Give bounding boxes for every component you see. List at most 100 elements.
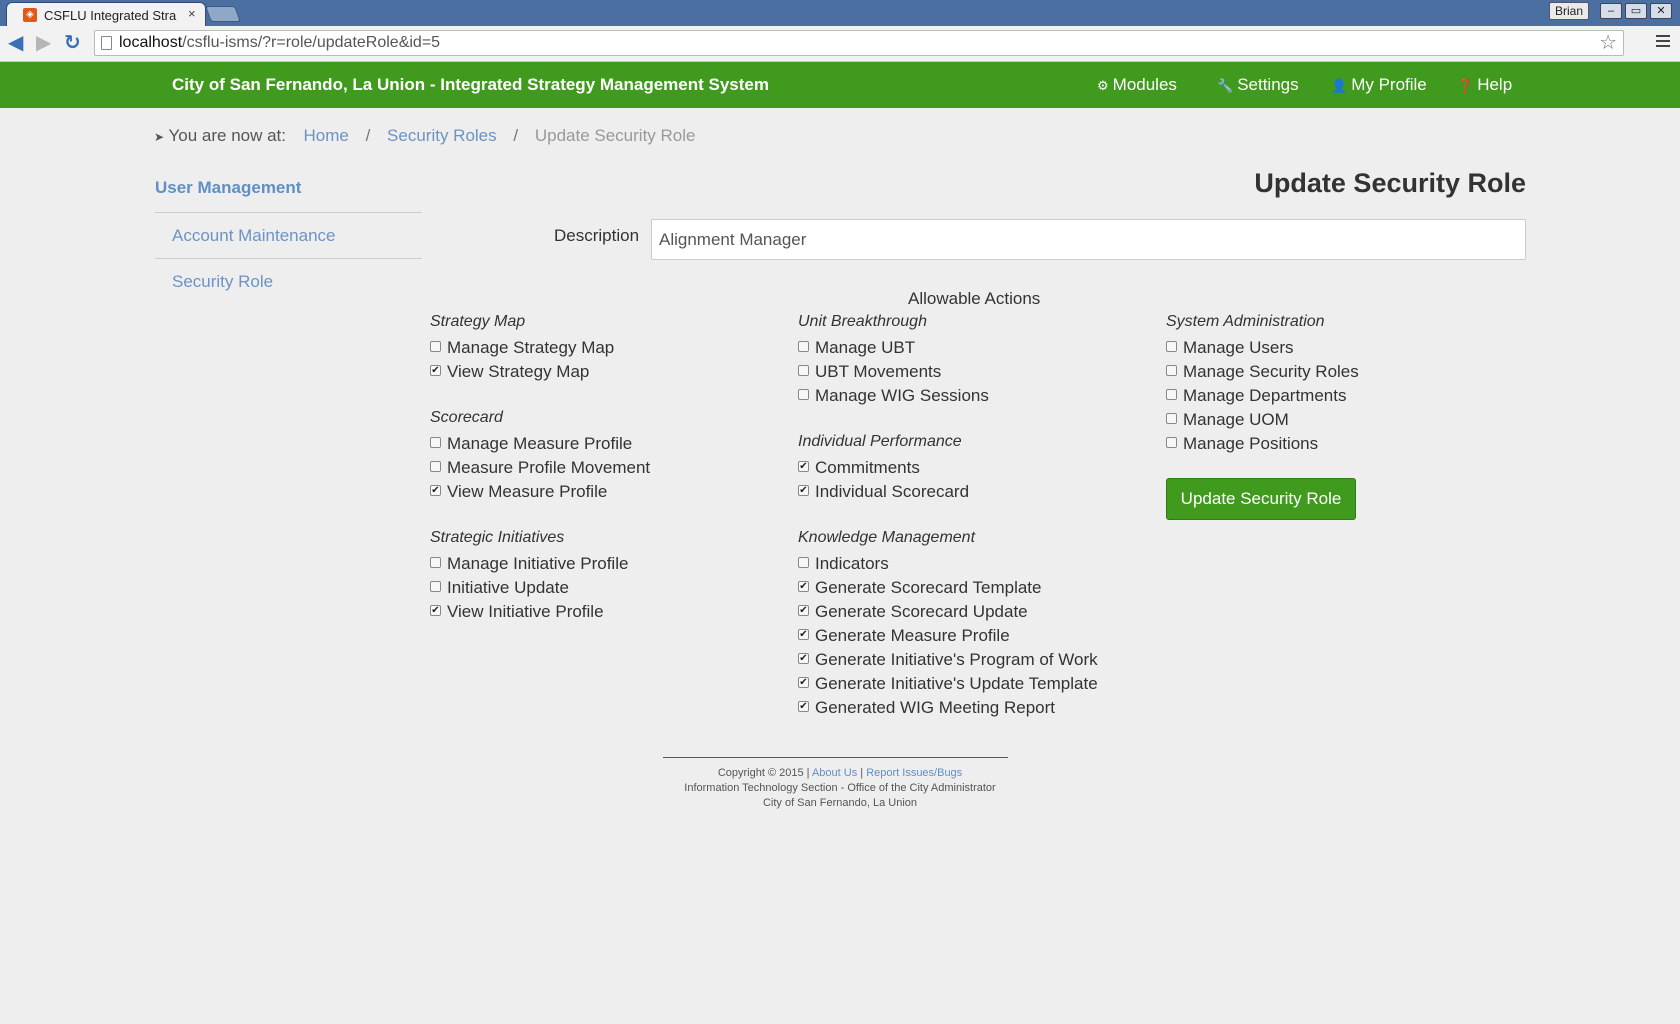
nav-settings[interactable]: 🔧 Settings [1217,75,1299,95]
permission-checkbox-row[interactable]: ✔ Generated WIG Meeting Report [798,696,1098,720]
permission-checkbox-row[interactable]: ✔ View Initiative Profile [430,600,650,624]
permission-checkbox-row[interactable]: Manage Departments [1166,384,1359,408]
permission-checkbox-row[interactable]: Manage Measure Profile [430,432,650,456]
description-input[interactable] [651,219,1526,260]
allowable-actions-heading: Allowable Actions [908,289,1041,308]
app-brand[interactable]: City of San Fernando, La Union - Integra… [172,75,769,95]
action-group: Strategy Map Manage Strategy Map ✔ View Str… [430,312,650,384]
window-close-icon[interactable]: ✕ [1650,3,1672,19]
permission-checkbox-row[interactable]: Manage Strategy Map [430,336,650,360]
checkbox-unchecked[interactable] [430,341,441,353]
permission-checkbox-row[interactable]: ✔ View Strategy Map [430,360,650,384]
footer-report-link[interactable]: Report Issues/Bugs [866,767,962,779]
permission-checkbox-row[interactable]: Manage Users [1166,336,1359,360]
browser-toolbar: ◀ ▶ ↻ localhost/csflu-isms/?r=role/updat… [0,26,1680,62]
permission-checkbox-row[interactable]: Indicators [798,552,1098,576]
checkbox-checked[interactable]: ✔ [430,365,441,377]
checkbox-unchecked[interactable] [1166,365,1177,377]
new-tab-button[interactable] [205,6,241,22]
forward-icon[interactable]: ▶ [36,32,51,54]
sidebar-item-account-maintenance[interactable]: Account Maintenance [155,213,422,259]
checkbox-unchecked[interactable] [1166,389,1177,401]
action-group-title: Scorecard [430,409,503,426]
checkbox-unchecked[interactable] [430,557,441,569]
permission-checkbox-row[interactable]: Manage WIG Sessions [798,384,1098,408]
update-security-role-button[interactable]: Update Security Role [1166,478,1356,520]
reload-icon[interactable]: ↻ [64,32,81,54]
sidebar-heading[interactable]: User Management [155,178,422,213]
permission-label: Manage Departments [1183,386,1347,405]
address-bar[interactable]: localhost/csflu-isms/?r=role/updateRole&… [94,30,1624,56]
checkbox-unchecked[interactable] [430,581,441,593]
checkbox-unchecked[interactable] [1166,437,1177,449]
checkbox-unchecked[interactable] [798,365,809,377]
permission-checkbox-row[interactable]: ✔ Generate Scorecard Template [798,576,1098,600]
sidebar-item-security-role[interactable]: Security Role [155,259,422,305]
action-group-title: Strategy Map [430,313,526,330]
restore-icon[interactable]: ▭ [1625,3,1647,19]
permission-checkbox-row[interactable]: Manage Initiative Profile [430,552,650,576]
nav-my-profile[interactable]: 👤 My Profile [1331,75,1427,95]
permission-checkbox-row[interactable]: Measure Profile Movement [430,456,650,480]
checkbox-unchecked[interactable] [798,389,809,401]
permission-label: Individual Scorecard [815,482,970,501]
actions-column-3: System Administration Manage Users Manage … [1166,312,1359,480]
permission-label: Initiative Update [447,578,569,597]
checkbox-unchecked[interactable] [1166,341,1177,353]
permission-checkbox-row[interactable]: Manage Positions [1166,432,1359,456]
minimize-icon[interactable]: – [1600,3,1622,19]
checkbox-checked[interactable]: ✔ [798,701,809,713]
checkbox-unchecked[interactable] [798,341,809,353]
checkbox-checked[interactable]: ✔ [798,677,809,689]
permission-checkbox-row[interactable]: ✔ Generate Initiative's Update Template [798,672,1098,696]
footer-line-2: Information Technology Section - Office … [684,782,996,794]
app-header: City of San Fernando, La Union - Integra… [0,62,1680,108]
breadcrumb-home-link[interactable]: Home [303,126,348,145]
checkbox-unchecked[interactable] [430,437,441,449]
checkbox-checked[interactable]: ✔ [798,653,809,665]
nav-help[interactable]: ❓ Help [1457,75,1512,95]
nav-modules[interactable]: ⚙ Modules [1097,75,1177,95]
sidebar: User Management Account Maintenance Secu… [155,178,422,305]
checkbox-checked[interactable]: ✔ [798,629,809,641]
checkbox-unchecked[interactable] [430,461,441,473]
action-group: Unit Breakthrough Manage UBT UBT Movements… [798,312,1098,408]
permission-checkbox-row[interactable]: ✔ Commitments [798,456,1098,480]
checkbox-checked[interactable]: ✔ [798,485,809,497]
breadcrumb-security-roles-link[interactable]: Security Roles [387,126,497,145]
checkbox-checked[interactable]: ✔ [430,605,441,617]
browser-menu-icon[interactable] [1656,35,1670,50]
footer-line-3: City of San Fernando, La Union [762,797,918,809]
permission-checkbox-row[interactable]: Manage Security Roles [1166,360,1359,384]
permission-label: Manage Measure Profile [447,434,633,453]
checkbox-checked[interactable]: ✔ [798,581,809,593]
action-group: Knowledge Management Indicators ✔ Generate … [798,528,1098,720]
permission-label: Manage Initiative Profile [447,554,629,573]
back-icon[interactable]: ◀ [8,32,23,54]
footer-about-link[interactable]: About Us [812,767,857,779]
checkbox-unchecked[interactable] [798,557,809,569]
checkbox-checked[interactable]: ✔ [430,485,441,497]
action-group: Individual Performance ✔ Commitments ✔ Indiv… [798,432,1098,504]
permission-checkbox-row[interactable]: ✔ View Measure Profile [430,480,650,504]
checkbox-checked[interactable]: ✔ [798,605,809,617]
permission-checkbox-row[interactable]: ✔ Individual Scorecard [798,480,1098,504]
breadcrumb-separator: / [513,126,519,145]
browser-tab[interactable]: ◈ CSFLU Integrated Stra × [6,2,206,26]
checkbox-unchecked[interactable] [1166,413,1177,425]
action-group: Scorecard Manage Measure Profile Measure P… [430,408,650,504]
action-group-title: System Administration [1166,313,1325,330]
permission-label: Generate Measure Profile [815,626,1010,645]
tab-close-icon[interactable]: × [188,6,196,21]
permission-checkbox-row[interactable]: ✔ Generate Initiative's Program of Work [798,648,1098,672]
permission-checkbox-row[interactable]: ✔ Generate Scorecard Update [798,600,1098,624]
permission-checkbox-row[interactable]: Manage UOM [1166,408,1359,432]
profile-user-button[interactable]: Brian [1549,2,1589,20]
permission-checkbox-row[interactable]: Initiative Update [430,576,650,600]
permission-checkbox-row[interactable]: UBT Movements [798,360,1098,384]
permission-checkbox-row[interactable]: ✔ Generate Measure Profile [798,624,1098,648]
permission-label: View Strategy Map [447,362,590,381]
checkbox-checked[interactable]: ✔ [798,461,809,473]
bookmark-star-icon[interactable]: ☆ [1599,31,1617,55]
permission-checkbox-row[interactable]: Manage UBT [798,336,1098,360]
